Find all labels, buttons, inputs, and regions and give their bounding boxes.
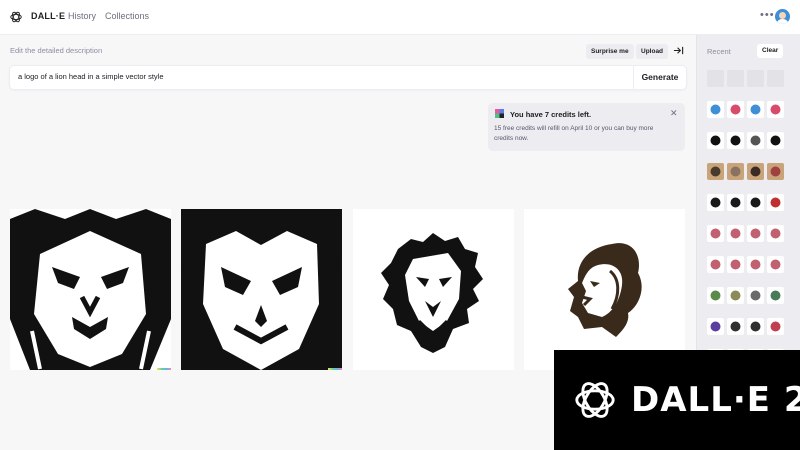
- upload-button[interactable]: Upload: [636, 44, 669, 59]
- prompt-input[interactable]: [18, 72, 618, 81]
- recent-thumbnail[interactable]: [767, 70, 784, 87]
- lion-logo-bold-image: [10, 209, 171, 370]
- recent-thumbnail[interactable]: [747, 194, 764, 211]
- recent-thumbnail[interactable]: [727, 287, 744, 304]
- brand-link[interactable]: DALL·E: [31, 11, 65, 21]
- recent-thumbnail[interactable]: [767, 256, 784, 273]
- more-horizontal-icon[interactable]: •••: [760, 9, 775, 21]
- description-label: Edit the detailed description: [10, 46, 103, 55]
- toast-title: You have 7 credits left.: [510, 110, 592, 119]
- recent-thumbnail[interactable]: [707, 132, 724, 149]
- recent-thumbnail[interactable]: [747, 225, 764, 242]
- recent-thumbnail[interactable]: [747, 256, 764, 273]
- recent-thumbnail[interactable]: [727, 256, 744, 273]
- dalle2-title-overlay: DALL·E 2: [554, 350, 800, 450]
- recent-thumbnail[interactable]: [727, 70, 744, 87]
- result-image-3[interactable]: [353, 209, 514, 370]
- toast-body[interactable]: 15 free credits will refill on April 10 …: [494, 124, 674, 144]
- recent-thumbnail[interactable]: [727, 225, 744, 242]
- openai-logo-icon[interactable]: [9, 10, 23, 24]
- recent-thumbnail[interactable]: [707, 70, 724, 87]
- nav-collections[interactable]: Collections: [105, 11, 149, 21]
- result-image-1[interactable]: [10, 209, 171, 370]
- prompt-box: Generate: [10, 66, 686, 89]
- color-strip: [157, 368, 171, 370]
- result-image-2[interactable]: [181, 209, 342, 370]
- result-image-4[interactable]: [524, 209, 685, 370]
- overlay-title: DALL·E 2: [631, 380, 800, 420]
- recent-thumbnail[interactable]: [707, 256, 724, 273]
- recent-thumbnail[interactable]: [707, 101, 724, 118]
- user-avatar[interactable]: [775, 9, 790, 24]
- recent-thumbnail[interactable]: [707, 194, 724, 211]
- recent-thumbnail[interactable]: [707, 287, 724, 304]
- recent-thumbnail[interactable]: [747, 163, 764, 180]
- recent-thumbnail[interactable]: [727, 194, 744, 211]
- clear-button[interactable]: Clear: [757, 44, 784, 58]
- lion-logo-side-profile-image: [524, 209, 685, 370]
- recent-thumbnail[interactable]: [767, 194, 784, 211]
- recent-label: Recent: [707, 47, 731, 56]
- close-icon[interactable]: ✕: [670, 108, 678, 119]
- recent-thumbnail[interactable]: [727, 132, 744, 149]
- recent-thumbnail[interactable]: [727, 318, 744, 335]
- recent-thumbnail[interactable]: [767, 163, 784, 180]
- recent-thumbnail[interactable]: [767, 132, 784, 149]
- lion-logo-mane-outline-image: [353, 209, 514, 370]
- nav-history[interactable]: History: [68, 11, 96, 21]
- collapse-sidebar-icon[interactable]: [673, 45, 684, 56]
- recent-thumbnail[interactable]: [767, 225, 784, 242]
- recent-thumbnail[interactable]: [707, 225, 724, 242]
- recent-thumbnail[interactable]: [747, 318, 764, 335]
- lion-logo-geometric-image: [181, 209, 342, 370]
- credits-toast: You have 7 credits left. ✕ 15 free credi…: [488, 103, 685, 151]
- generate-button[interactable]: Generate: [633, 66, 686, 89]
- recent-thumbnail[interactable]: [707, 163, 724, 180]
- recent-thumbnail[interactable]: [767, 318, 784, 335]
- recent-thumbnail[interactable]: [747, 101, 764, 118]
- recent-thumbnail[interactable]: [707, 318, 724, 335]
- recent-thumbnail[interactable]: [747, 132, 764, 149]
- recent-thumbnail[interactable]: [727, 101, 744, 118]
- recent-thumbnail[interactable]: [747, 287, 764, 304]
- surprise-me-button[interactable]: Surprise me: [586, 44, 634, 59]
- top-bar: DALL·E History Collections •••: [0, 0, 800, 35]
- openai-logo-icon: [575, 382, 615, 418]
- recent-thumbnail[interactable]: [767, 101, 784, 118]
- recent-thumbnail[interactable]: [727, 163, 744, 180]
- recent-thumbnail[interactable]: [747, 70, 764, 87]
- color-grid-icon: [495, 109, 504, 118]
- color-strip: [328, 368, 342, 370]
- recent-thumbnail[interactable]: [767, 287, 784, 304]
